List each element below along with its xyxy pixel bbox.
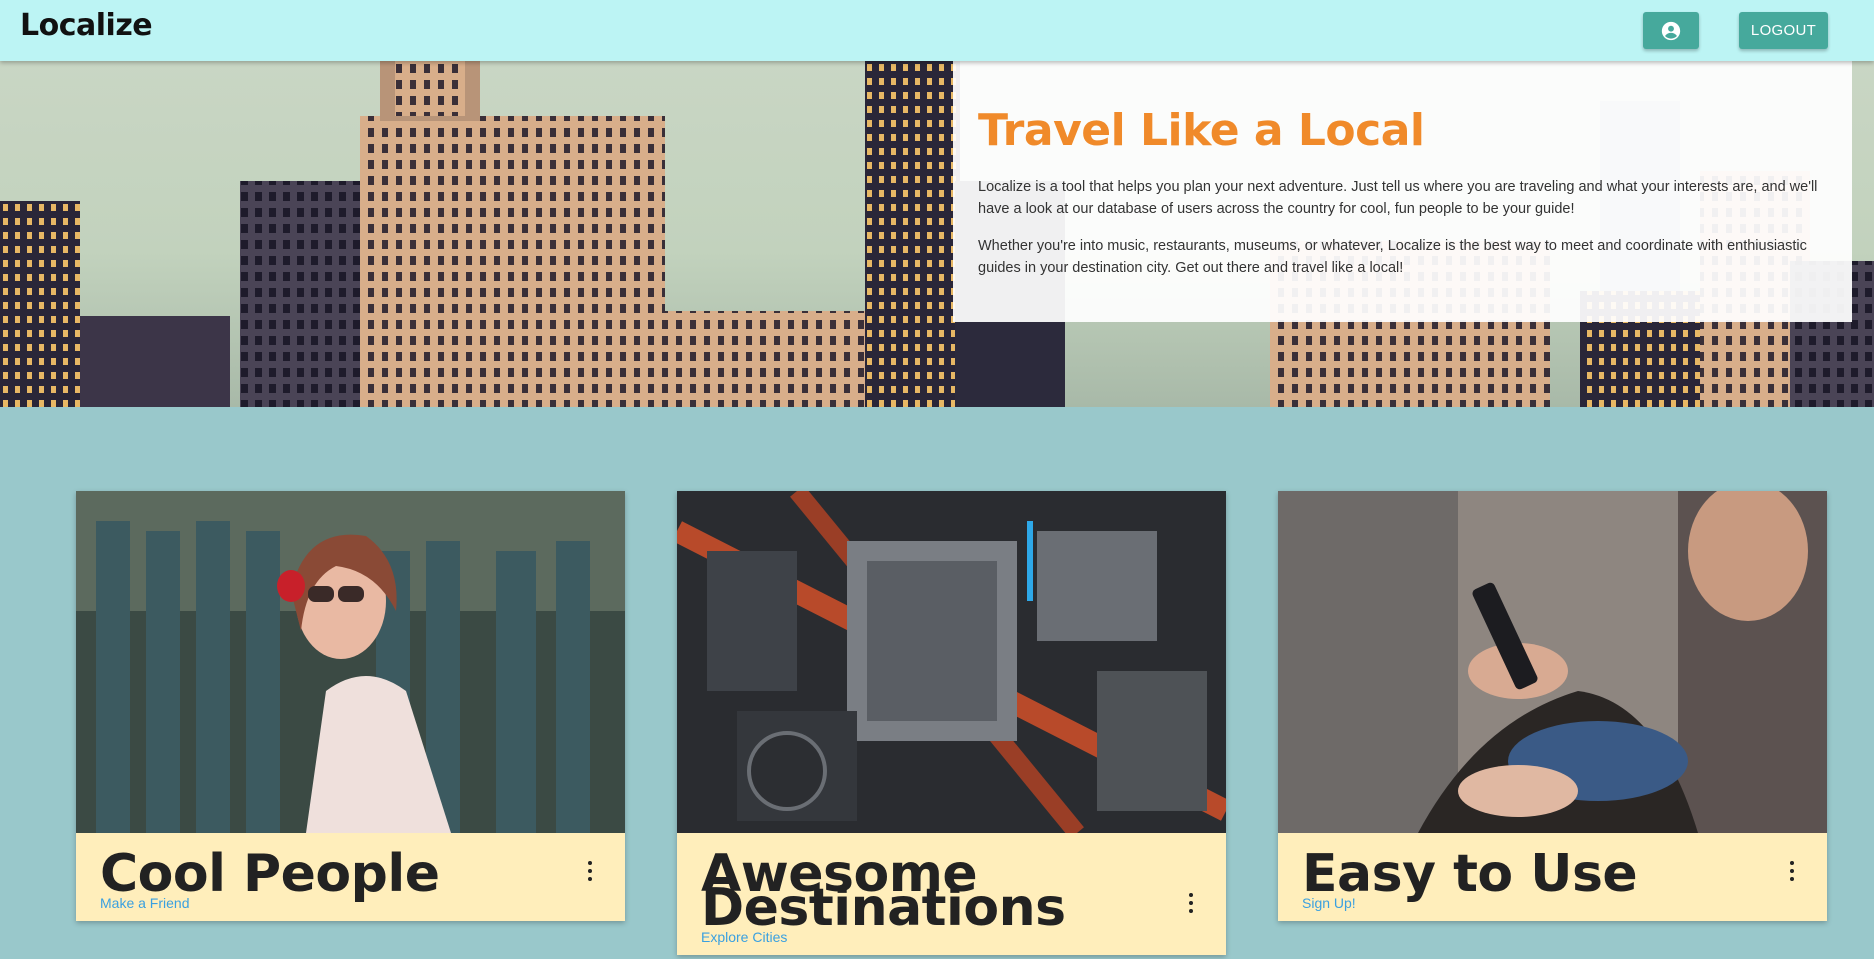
card-title: Easy to Use	[1302, 844, 1638, 904]
account-button[interactable]	[1643, 12, 1699, 49]
hero-banner: Travel Like a Local Localize is a tool t…	[0, 61, 1874, 407]
card-body: Cool People Make a Friend	[76, 833, 625, 921]
more-vert-icon[interactable]	[1186, 893, 1196, 913]
card-image-awesome-destinations	[677, 491, 1226, 833]
card-title: Cool People	[100, 844, 440, 904]
account-circle-icon	[1661, 21, 1681, 40]
more-vert-icon[interactable]	[585, 861, 595, 881]
card-body: Easy to Use Sign Up!	[1278, 833, 1827, 921]
woman-portrait-image	[76, 491, 625, 833]
people-phones-image	[1278, 491, 1827, 833]
feature-card-awesome-destinations: Awesome Destinations Explore Cities	[677, 491, 1226, 955]
card-image-cool-people	[76, 491, 625, 833]
card-body: Awesome Destinations Explore Cities	[677, 833, 1226, 955]
feature-card-cool-people: Cool People Make a Friend	[76, 491, 625, 921]
intro-paragraph-1: Localize is a tool that helps you plan y…	[978, 179, 1818, 217]
intro-paragraph-2: Whether you're into music, restaurants, …	[978, 238, 1807, 276]
intro-title: Travel Like a Local	[978, 105, 1425, 156]
card-title: Awesome Destinations	[701, 844, 1066, 938]
feature-card-easy-to-use: Easy to Use Sign Up!	[1278, 491, 1827, 921]
intro-card: Travel Like a Local Localize is a tool t…	[953, 61, 1852, 322]
city-aerial-image	[677, 491, 1226, 833]
brand-logo[interactable]: Localize	[20, 8, 153, 43]
logout-button[interactable]: LOGOUT	[1739, 12, 1828, 49]
app-bar: Localize LOGOUT	[0, 0, 1874, 61]
card-image-easy-to-use	[1278, 491, 1827, 833]
more-vert-icon[interactable]	[1787, 861, 1797, 881]
